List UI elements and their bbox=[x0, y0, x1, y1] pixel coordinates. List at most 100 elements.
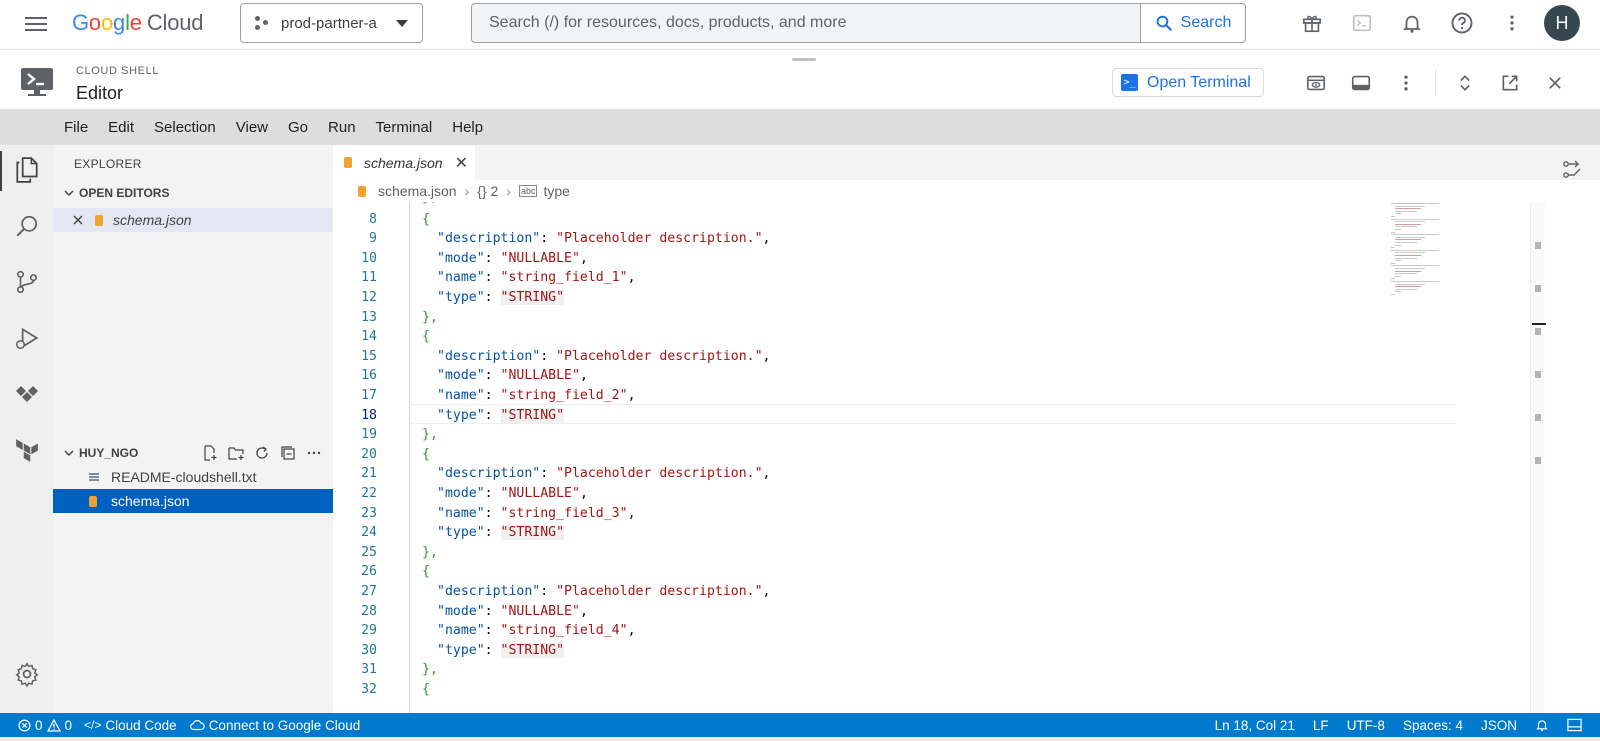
resize-handle[interactable] bbox=[792, 58, 816, 61]
explorer-files-icon[interactable] bbox=[12, 155, 42, 185]
settings-gear-icon[interactable] bbox=[12, 659, 42, 689]
open-editors-section[interactable]: OPEN EDITORS bbox=[53, 182, 333, 204]
open-editor-item[interactable]: schema.json bbox=[53, 208, 333, 232]
explorer-toolbar bbox=[201, 442, 323, 464]
line-number: 8 bbox=[369, 211, 377, 227]
tab-schema-json[interactable]: schema.json ✕ bbox=[333, 145, 475, 180]
indentation[interactable]: Spaces: 4 bbox=[1397, 718, 1469, 733]
json-key: "name" bbox=[437, 270, 485, 286]
cloud-code-icon[interactable] bbox=[12, 379, 42, 409]
line-number: 25 bbox=[361, 544, 377, 560]
problems-indicator[interactable]: 0 0 bbox=[12, 718, 78, 733]
menu-terminal[interactable]: Terminal bbox=[366, 119, 443, 136]
active-indicator bbox=[0, 151, 2, 191]
notifications-bell-icon[interactable] bbox=[1529, 718, 1555, 732]
menu-run[interactable]: Run bbox=[318, 119, 366, 136]
colon: : bbox=[484, 603, 501, 619]
file-tree-item[interactable]: README-cloudshell.txt bbox=[53, 465, 333, 489]
minimap-line bbox=[1395, 288, 1417, 290]
more-vert-icon[interactable] bbox=[1494, 5, 1530, 41]
main-menu-icon[interactable] bbox=[25, 14, 47, 32]
open-terminal-button[interactable]: >_ Open Terminal bbox=[1112, 68, 1264, 97]
close-icon[interactable]: ✕ bbox=[455, 153, 468, 173]
line-text: "name": "string_field_1", bbox=[437, 270, 636, 285]
colon: : bbox=[484, 623, 501, 639]
line-text: "mode": "NULLABLE", bbox=[437, 604, 588, 619]
minimap-line bbox=[1395, 221, 1425, 223]
breadcrumb-property[interactable]: abc type bbox=[518, 183, 570, 199]
menu-go[interactable]: Go bbox=[278, 119, 318, 136]
menu-file[interactable]: File bbox=[54, 119, 98, 136]
notifications-bell-icon[interactable] bbox=[1394, 5, 1430, 41]
language-mode[interactable]: JSON bbox=[1475, 718, 1523, 733]
code-editor[interactable]: }, 8{9"description": "Placeholder descri… bbox=[333, 202, 1545, 713]
search-input[interactable] bbox=[472, 4, 1137, 42]
menu-view[interactable]: View bbox=[226, 119, 278, 136]
collapse-all-icon[interactable] bbox=[279, 444, 297, 462]
colon: : bbox=[484, 485, 501, 501]
logo-letter: o bbox=[88, 10, 101, 35]
layout-panel-icon[interactable] bbox=[1561, 718, 1588, 732]
new-folder-icon[interactable] bbox=[227, 444, 245, 462]
source-control-icon[interactable] bbox=[12, 267, 42, 297]
menu-help[interactable]: Help bbox=[442, 119, 493, 136]
colon: : bbox=[484, 387, 501, 403]
vertical-scrollbar[interactable] bbox=[1530, 202, 1546, 713]
cloud-icon bbox=[189, 720, 205, 731]
panel-layout-icon[interactable] bbox=[1346, 68, 1376, 98]
close-icon[interactable] bbox=[1540, 68, 1570, 98]
code-line: 21 "description": "Placeholder descriptio… bbox=[333, 464, 1545, 484]
code-line: 14 { bbox=[333, 327, 1545, 347]
code-line: 27 "description": "Placeholder descriptio… bbox=[333, 581, 1545, 601]
cloud-code-status[interactable]: </> Cloud Code bbox=[78, 718, 183, 733]
file-tree-item-selected[interactable]: schema.json bbox=[53, 489, 333, 513]
json-key: "type" bbox=[437, 525, 485, 541]
logo-letter: e bbox=[129, 10, 142, 35]
project-picker[interactable]: prod-partner-a bbox=[240, 3, 423, 43]
scrollbar-marker bbox=[1535, 242, 1541, 249]
json-file-icon bbox=[89, 495, 97, 507]
close-icon[interactable] bbox=[53, 215, 89, 225]
file-encoding[interactable]: UTF-8 bbox=[1341, 718, 1391, 733]
terraform-icon[interactable] bbox=[12, 435, 42, 465]
colon: : bbox=[540, 466, 557, 482]
cursor-position[interactable]: Ln 18, Col 21 bbox=[1209, 718, 1301, 733]
new-file-icon[interactable] bbox=[201, 444, 219, 462]
warning-count: 0 bbox=[64, 717, 73, 733]
line-text: "type": "STRING" bbox=[437, 642, 565, 658]
run-debug-icon[interactable] bbox=[12, 323, 42, 353]
help-icon[interactable] bbox=[1444, 5, 1480, 41]
google-cloud-logo[interactable]: Google Cloud bbox=[72, 10, 203, 36]
activity-bar bbox=[0, 145, 53, 713]
more-vert-icon[interactable] bbox=[1391, 68, 1421, 98]
comma: , bbox=[627, 270, 636, 286]
connect-google-cloud-status[interactable]: Connect to Google Cloud bbox=[183, 718, 367, 733]
cloud-shell-icon[interactable] bbox=[1344, 5, 1380, 41]
minimap-line bbox=[1395, 244, 1401, 246]
breadcrumb-file[interactable]: schema.json bbox=[358, 183, 457, 199]
json-value: "STRING" bbox=[500, 525, 565, 541]
minimap[interactable] bbox=[1388, 203, 1545, 303]
minimap-line bbox=[1395, 270, 1421, 272]
workspace-section[interactable]: HUY_NGO bbox=[53, 442, 333, 464]
minimap-line bbox=[1395, 239, 1421, 241]
menu-selection[interactable]: Selection bbox=[144, 119, 226, 136]
status-left: 0 0 </> Cloud Code Connect to Google Clo… bbox=[12, 713, 366, 737]
web-preview-icon[interactable] bbox=[1301, 68, 1331, 98]
cloud-shell-actions bbox=[1301, 68, 1570, 98]
refresh-icon[interactable] bbox=[253, 444, 271, 462]
toggle-panel-icon[interactable] bbox=[1559, 157, 1585, 183]
search-button[interactable]: Search bbox=[1140, 4, 1245, 42]
open-new-window-icon[interactable] bbox=[1495, 68, 1525, 98]
end-of-line[interactable]: LF bbox=[1307, 718, 1335, 733]
expand-icon[interactable] bbox=[1450, 68, 1480, 98]
json-file-icon bbox=[358, 185, 366, 197]
menu-edit[interactable]: Edit bbox=[98, 119, 144, 136]
avatar[interactable]: H bbox=[1544, 5, 1580, 41]
gift-icon[interactable] bbox=[1294, 5, 1330, 41]
more-horizontal-icon[interactable] bbox=[305, 444, 323, 462]
json-value: "Placeholder description." bbox=[556, 231, 763, 247]
breadcrumb-object[interactable]: {} 2 bbox=[477, 183, 498, 199]
minimap-line bbox=[1395, 205, 1425, 207]
search-icon[interactable] bbox=[12, 211, 42, 241]
